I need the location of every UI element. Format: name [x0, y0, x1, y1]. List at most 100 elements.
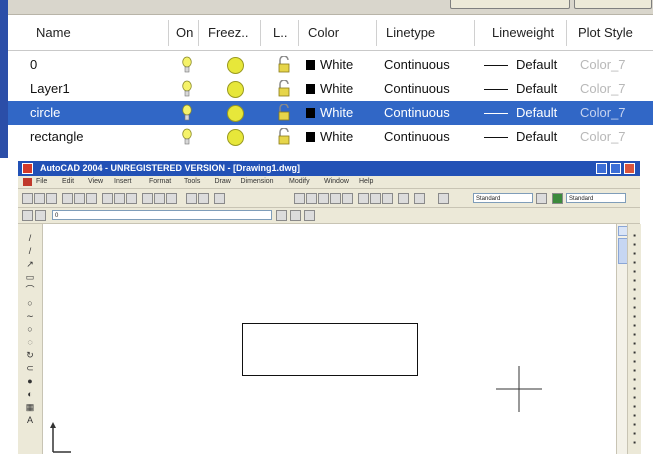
draw-tool-icon[interactable]: ↗ [24, 260, 36, 269]
dialog-button[interactable] [450, 0, 570, 9]
lightbulb-on-icon[interactable] [182, 104, 192, 122]
modify-tool-icon[interactable]: ▪ [630, 349, 639, 357]
modify-tool-icon[interactable]: ▪ [630, 322, 639, 330]
column-header-lineweight[interactable]: Lineweight [492, 23, 554, 43]
toolbar-icon[interactable] [438, 193, 449, 204]
unlocked-padlock-icon[interactable] [276, 104, 292, 122]
toolbar-icon[interactable] [318, 193, 329, 204]
layer-plot-style[interactable]: Color_7 [580, 77, 626, 101]
layer-color[interactable]: White [320, 125, 353, 149]
toolbar-icon[interactable] [142, 193, 153, 204]
draw-tool-icon[interactable]: ◐ [24, 390, 36, 399]
layer-lineweight[interactable]: Default [516, 125, 557, 149]
toolbar-icon[interactable] [198, 193, 209, 204]
linetype-control-icon[interactable] [304, 210, 315, 221]
column-header-name[interactable]: Name [36, 23, 71, 43]
draw-tool-icon[interactable]: / [24, 247, 36, 256]
modify-tool-icon[interactable]: ▪ [630, 331, 639, 339]
modify-tool-icon[interactable]: ▪ [630, 259, 639, 267]
layer-combo[interactable]: 0 [52, 210, 272, 220]
dim-style-icon[interactable] [552, 193, 563, 204]
draw-tool-icon[interactable]: ◌ [24, 338, 36, 347]
layer-row[interactable]: Layer1 White Continuous Default Color_7 [8, 77, 653, 101]
modify-tool-icon[interactable]: ▪ [630, 277, 639, 285]
color-swatch[interactable] [306, 132, 315, 142]
layer-color[interactable]: White [320, 53, 353, 77]
modify-tool-icon[interactable]: ▪ [630, 430, 639, 438]
menu-item-tools[interactable]: Tools [184, 177, 200, 187]
menu-item-format[interactable]: Format [149, 177, 171, 187]
draw-tool-icon[interactable]: ○ [24, 299, 36, 308]
column-header-on[interactable]: On [176, 23, 193, 43]
toolbar-icon[interactable] [166, 193, 177, 204]
menu-item-dimension[interactable]: Dimension [241, 177, 274, 187]
modify-tool-icon[interactable]: ▪ [630, 241, 639, 249]
minimize-button[interactable] [596, 163, 607, 174]
toolbar-icon[interactable] [382, 193, 393, 204]
text-style-combo[interactable]: Standard [473, 193, 533, 203]
toolbar-icon[interactable] [154, 193, 165, 204]
layer-name[interactable]: 0 [30, 53, 37, 77]
toolbar-icon[interactable] [62, 193, 73, 204]
menu-item-file[interactable]: File [36, 177, 47, 187]
toolbar-icon[interactable] [294, 193, 305, 204]
modify-tool-icon[interactable]: ▪ [630, 412, 639, 420]
toolbar-icon[interactable] [74, 193, 85, 204]
toolbar-icon[interactable] [358, 193, 369, 204]
make-current-icon[interactable] [35, 210, 46, 221]
lightbulb-on-icon[interactable] [182, 128, 192, 146]
document-icon[interactable] [23, 178, 32, 186]
dim-style-combo[interactable]: Standard [566, 193, 626, 203]
toolbar-icon[interactable] [330, 193, 341, 204]
layer-plot-style[interactable]: Color_7 [580, 101, 626, 125]
modify-tool-icon[interactable]: ▪ [630, 376, 639, 384]
toolbar-icon[interactable] [46, 193, 57, 204]
modify-tool-icon[interactable]: ▪ [630, 250, 639, 258]
toolbar-icon[interactable] [126, 193, 137, 204]
modify-tool-icon[interactable]: ▪ [630, 394, 639, 402]
column-header-color[interactable]: Color [308, 23, 339, 43]
toolbar-icon[interactable] [414, 193, 425, 204]
layer-color[interactable]: White [320, 77, 353, 101]
layer-lineweight[interactable]: Default [516, 101, 557, 125]
freeze-sun-icon[interactable] [227, 81, 244, 98]
close-button[interactable] [624, 163, 635, 174]
column-header-linetype[interactable]: Linetype [386, 23, 435, 43]
color-swatch[interactable] [306, 108, 315, 118]
menu-item-window[interactable]: Window [324, 177, 349, 187]
layer-row[interactable]: rectangle White Continuous Default Color_7 [8, 125, 653, 149]
unlocked-padlock-icon[interactable] [276, 128, 292, 146]
layer-name[interactable]: circle [30, 101, 60, 125]
toolbar-icon[interactable] [102, 193, 113, 204]
column-header-freeze[interactable]: Freez.. [208, 23, 248, 43]
toolbar-icon[interactable] [214, 193, 225, 204]
layer-linetype[interactable]: Continuous [384, 101, 450, 125]
draw-tool-icon[interactable]: ● [24, 377, 36, 386]
lightbulb-on-icon[interactable] [182, 80, 192, 98]
draw-tool-icon[interactable]: ∼ [24, 312, 36, 321]
modify-tool-icon[interactable]: ▪ [630, 385, 639, 393]
modify-tool-icon[interactable]: ▪ [630, 367, 639, 375]
freeze-sun-icon[interactable] [227, 105, 244, 122]
dropdown-arrow-icon[interactable] [536, 193, 547, 204]
menu-item-view[interactable]: View [88, 177, 103, 187]
modify-tool-icon[interactable]: ▪ [630, 358, 639, 366]
layer-plot-style[interactable]: Color_7 [580, 53, 626, 77]
layer-linetype[interactable]: Continuous [384, 77, 450, 101]
color-control-icon[interactable] [290, 210, 301, 221]
draw-tool-icon[interactable]: / [24, 234, 36, 243]
column-header-plot-style[interactable]: Plot Style [578, 23, 633, 43]
draw-tool-icon[interactable]: ↻ [24, 351, 36, 360]
modify-tool-icon[interactable]: ▪ [630, 313, 639, 321]
layer-lineweight[interactable]: Default [516, 53, 557, 77]
unlocked-padlock-icon[interactable] [276, 80, 292, 98]
toolbar-icon[interactable] [86, 193, 97, 204]
layer-name[interactable]: Layer1 [30, 77, 70, 101]
freeze-sun-icon[interactable] [227, 57, 244, 74]
modify-tool-icon[interactable]: ▪ [630, 304, 639, 312]
modify-tool-icon[interactable]: ▪ [630, 286, 639, 294]
modify-tool-icon[interactable]: ▪ [630, 232, 639, 240]
layer-color[interactable]: White [320, 101, 353, 125]
dialog-button[interactable] [574, 0, 652, 9]
menu-item-insert[interactable]: Insert [114, 177, 132, 187]
